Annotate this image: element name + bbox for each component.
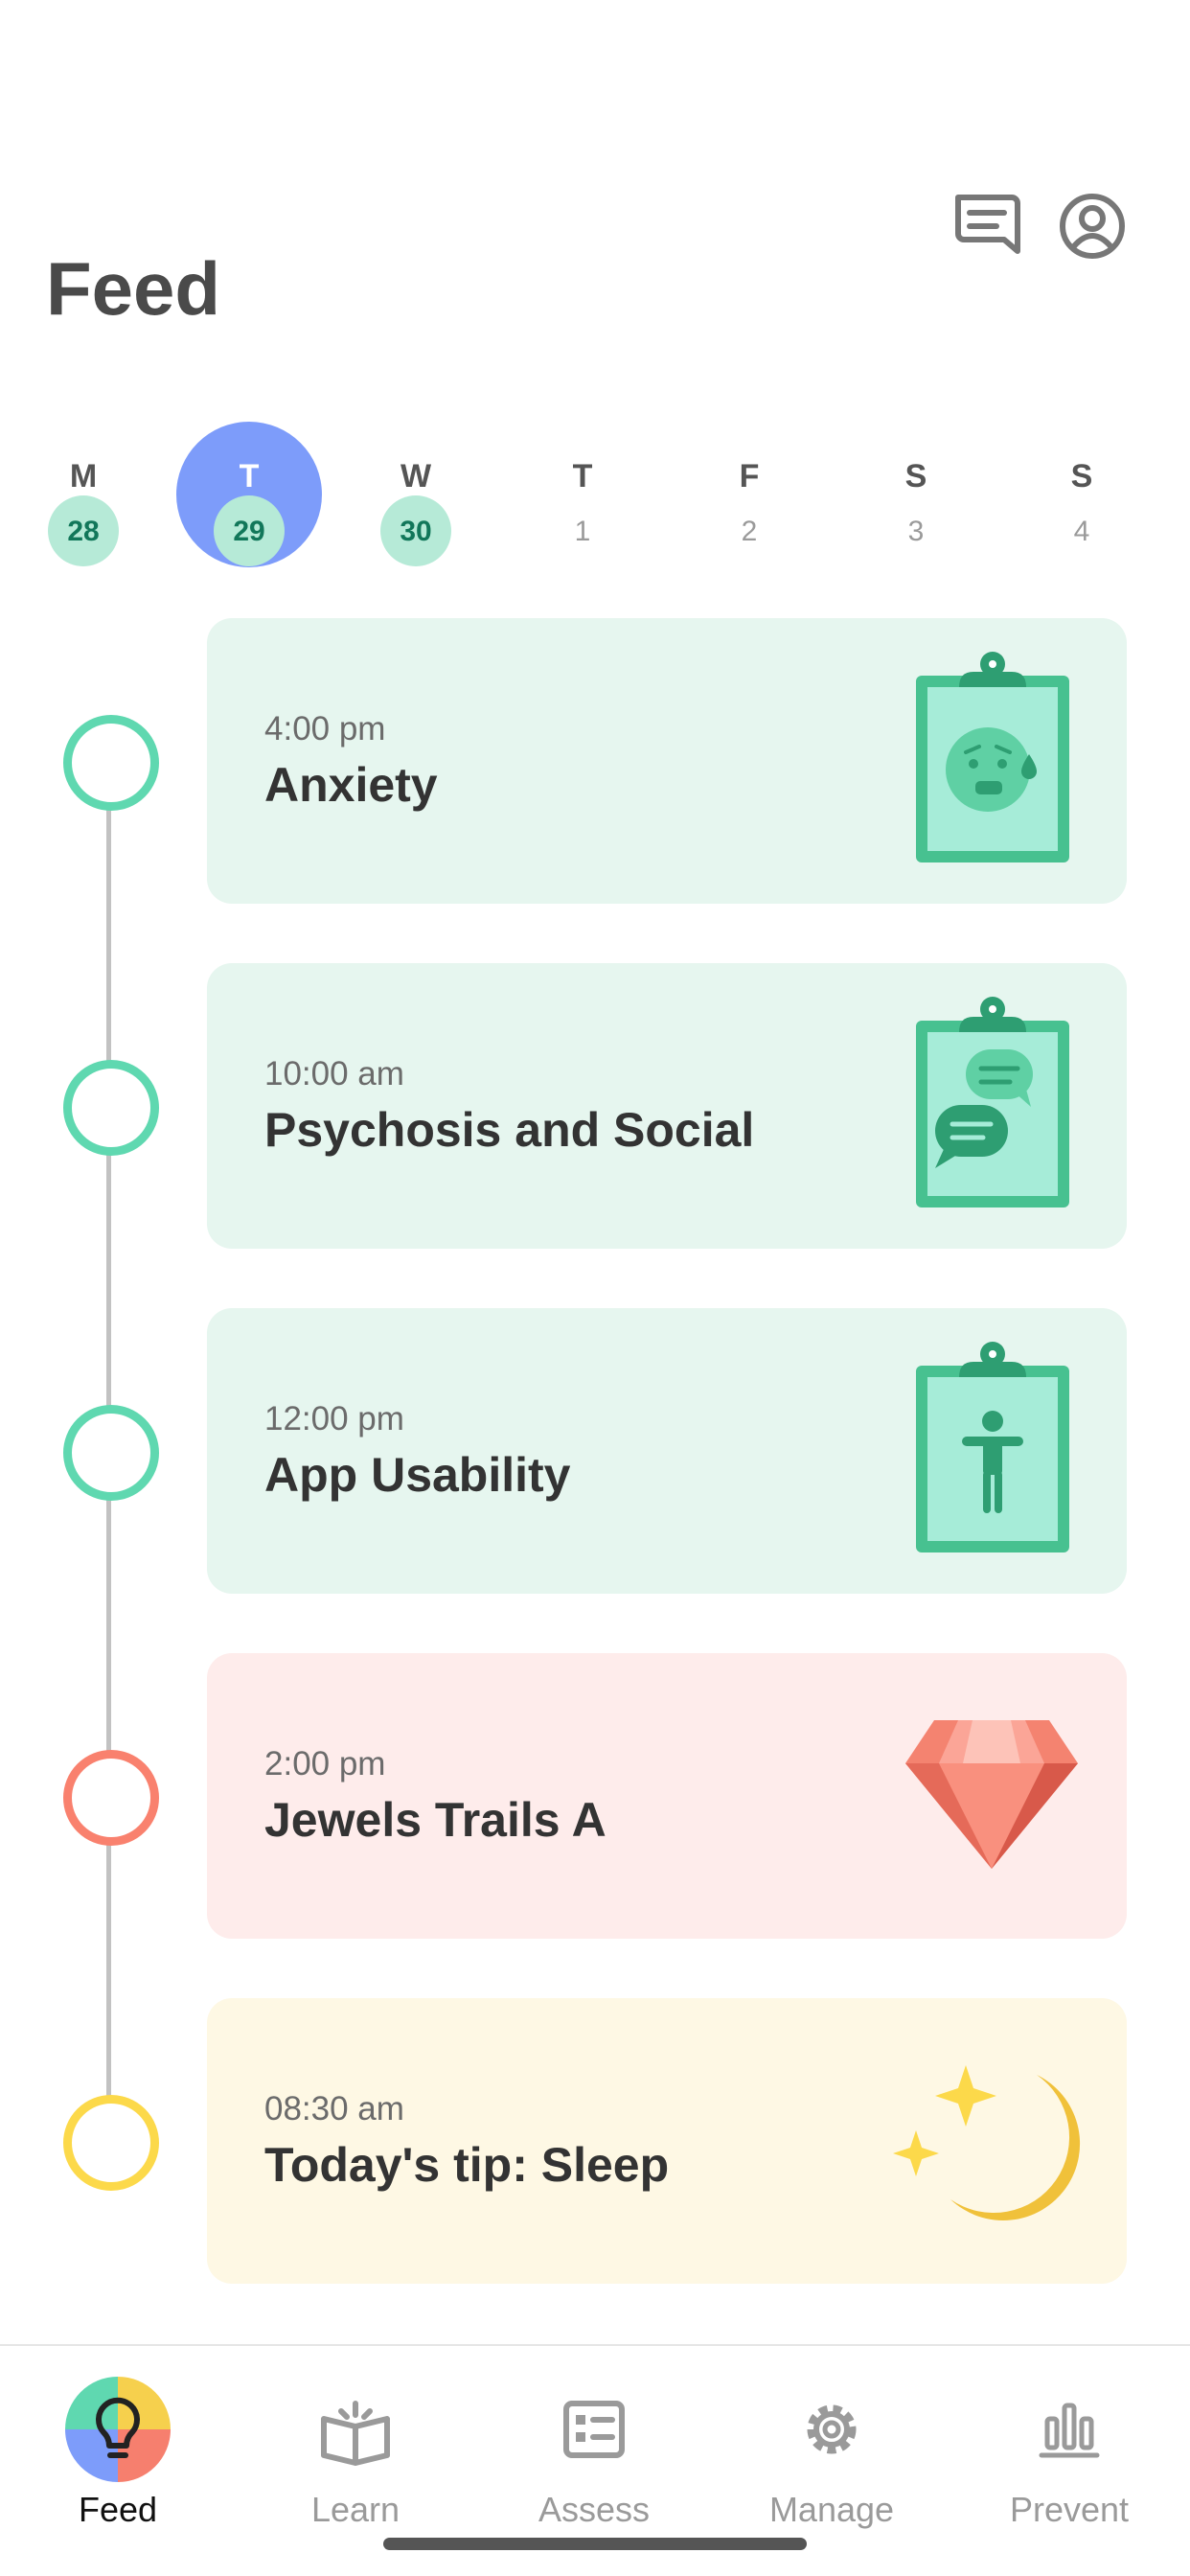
nav-label: Manage: [768, 2490, 895, 2529]
timeline-dot: [63, 1060, 159, 1156]
day-letter: T: [239, 458, 260, 494]
day-number: 2: [741, 516, 758, 547]
feed-card-psychosis[interactable]: 10:00 am Psychosis and Social: [207, 963, 1127, 1249]
day-letter: F: [739, 458, 760, 494]
day-number: 1: [574, 516, 591, 547]
card-time: 4:00 pm: [264, 710, 386, 748]
day-number: 4: [1073, 516, 1090, 547]
list-card-icon: [563, 2401, 625, 2458]
feed-card-tip[interactable]: 08:30 am Today's tip: Sleep: [207, 1998, 1127, 2284]
nav-label: Assess: [538, 2490, 651, 2529]
day-letter: M: [69, 458, 98, 494]
timeline-dot: [63, 1405, 159, 1501]
nav-feed[interactable]: Feed: [12, 2367, 223, 2540]
timeline-dot: [63, 2095, 159, 2191]
nav-label: Learn: [310, 2490, 400, 2529]
day-letter: S: [904, 458, 927, 494]
day-letter: S: [1070, 458, 1093, 494]
nav-label: Feed: [78, 2490, 158, 2529]
card-time: 08:30 am: [264, 2090, 404, 2128]
gear-icon: [807, 2404, 857, 2454]
lightbulb-icon: [65, 2377, 171, 2482]
day-number: 29: [233, 516, 265, 547]
page-title: Feed: [46, 246, 221, 331]
feed-card-jewels[interactable]: 2:00 pm Jewels Trails A: [207, 1653, 1127, 1939]
card-title: Anxiety: [264, 758, 438, 812]
open-book-icon: [321, 2401, 390, 2466]
nav-learn[interactable]: Learn: [250, 2367, 461, 2540]
nav-assess[interactable]: Assess: [489, 2367, 699, 2540]
day-number: 28: [67, 516, 100, 547]
day-number: 30: [400, 516, 432, 547]
user-circle-icon[interactable]: [1054, 188, 1131, 264]
day-number: 3: [907, 516, 925, 547]
gem-icon: [905, 1720, 1078, 1869]
card-title: Psychosis and Social: [264, 1103, 755, 1157]
feed-card-usability[interactable]: 12:00 pm App Usability: [207, 1308, 1127, 1594]
nav-separator: [0, 2344, 1190, 2346]
nav-prevent[interactable]: Prevent: [964, 2367, 1175, 2540]
card-title: Jewels Trails A: [264, 1793, 606, 1847]
moon-stars-icon: [893, 2065, 1081, 2220]
home-indicator: [383, 2538, 807, 2550]
timeline-dot: [63, 715, 159, 811]
clipboard-chat-icon: [916, 997, 1069, 1208]
card-time: 2:00 pm: [264, 1745, 386, 1782]
chat-lines-icon[interactable]: [949, 188, 1025, 264]
clipboard-person-icon: [916, 1342, 1069, 1552]
nav-label: Prevent: [1009, 2490, 1130, 2529]
day-letter: W: [400, 458, 432, 494]
day-letter: T: [572, 458, 593, 494]
feed-card-anxiety[interactable]: 4:00 pm Anxiety: [207, 618, 1127, 904]
nav-manage[interactable]: Manage: [726, 2367, 937, 2540]
clipboard-anxious-face-icon: [916, 652, 1069, 862]
card-title: Today's tip: Sleep: [264, 2138, 670, 2192]
card-time: 12:00 pm: [264, 1400, 404, 1438]
bar-chart-icon: [1039, 2403, 1100, 2458]
card-time: 10:00 am: [264, 1055, 404, 1092]
card-title: App Usability: [264, 1448, 571, 1502]
timeline-dot: [63, 1750, 159, 1846]
